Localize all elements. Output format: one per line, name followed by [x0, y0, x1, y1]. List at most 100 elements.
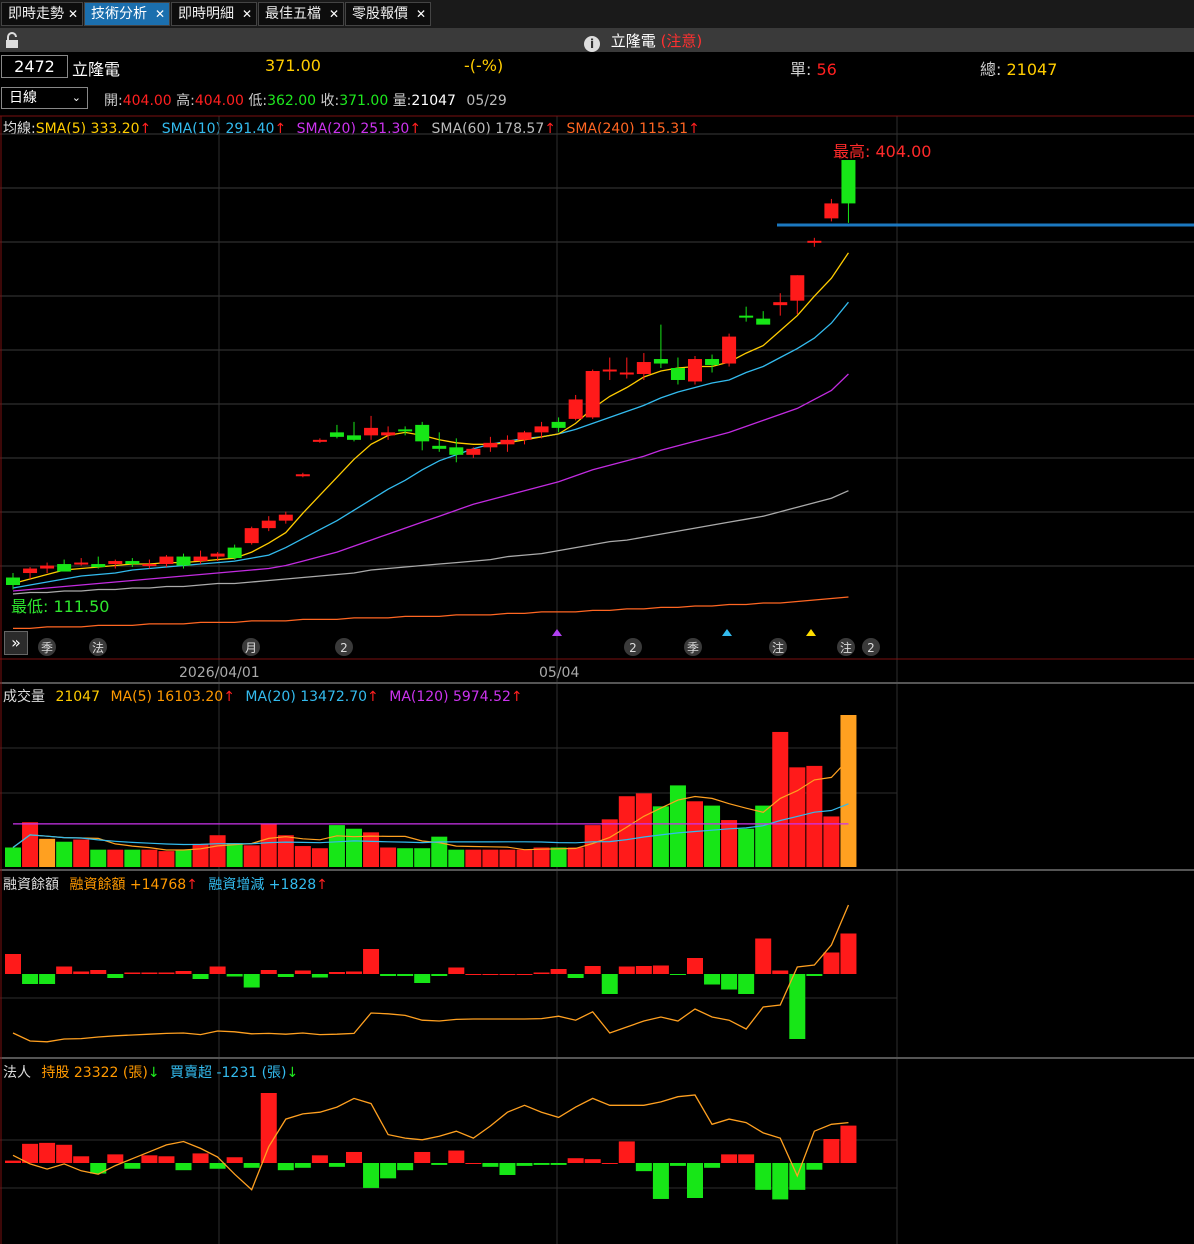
margin-change-bar — [124, 972, 141, 974]
institutional-title: 法人 — [3, 1065, 31, 1081]
candle-body — [227, 547, 242, 559]
candle-body — [193, 556, 208, 562]
institutional-net-bar — [465, 1163, 482, 1164]
triangle-marker-icon — [722, 629, 732, 636]
volume-bar — [533, 847, 550, 867]
margin-change-bar — [516, 974, 533, 975]
event-markers: 季 法 月 2 2 季 注 注 2 — [38, 629, 880, 656]
volume-bar — [738, 828, 755, 867]
candle-body — [91, 564, 106, 568]
candle-body — [773, 302, 788, 306]
candle-body — [210, 553, 225, 557]
margin-change-bar — [175, 971, 192, 974]
event-marker-label: 注 — [840, 640, 852, 655]
institutional-net-bar — [294, 1163, 311, 1168]
institutional-net-bar — [533, 1163, 550, 1165]
candle-body — [159, 556, 174, 565]
candle-body — [449, 447, 464, 455]
margin-change-bar — [363, 949, 380, 974]
x-date-label: 2026/04/01 — [179, 665, 260, 681]
margin-change-bar — [22, 974, 39, 984]
volume-bar — [755, 805, 772, 867]
candle-body — [688, 359, 702, 382]
institutional-net-bar — [328, 1163, 345, 1167]
volume-bar — [806, 765, 823, 867]
event-marker-label: 2 — [629, 641, 637, 655]
institutional-net-bar — [363, 1163, 380, 1188]
volume-bar — [277, 835, 294, 867]
institutional-net-bar — [721, 1154, 738, 1163]
institutional-net-bar — [73, 1156, 90, 1163]
volume-bar — [687, 801, 703, 867]
candle-body — [466, 448, 481, 455]
vol-ma5-label: MA(5) 16103.20 — [110, 689, 224, 705]
institutional-net-bar — [243, 1163, 260, 1168]
candle-body — [432, 445, 447, 449]
candle-body — [636, 362, 651, 375]
volume-bar — [584, 825, 601, 867]
candle-body — [534, 426, 549, 433]
candle-body — [142, 564, 157, 567]
candle-body — [261, 520, 276, 529]
expand-panel-button[interactable]: » — [4, 631, 28, 655]
volume-bar — [158, 851, 175, 867]
margin-change-bar — [39, 974, 56, 984]
low-annotation: 最低: 111.50 — [11, 597, 109, 616]
volume-title: 成交量 — [3, 689, 45, 705]
margin-change-bar — [209, 966, 226, 974]
margin-change-bar — [687, 958, 703, 974]
margin-change-bar — [226, 974, 243, 977]
volume-bar — [704, 805, 721, 867]
arrow-down-icon: ↓ — [286, 1065, 299, 1081]
institutional-net-bar — [550, 1163, 567, 1165]
arrow-up-icon: ↑ — [510, 689, 523, 705]
margin-change-bar — [311, 974, 328, 978]
institutional-net-bar — [141, 1155, 158, 1163]
candle-body — [244, 528, 259, 544]
volume-bar — [550, 847, 567, 867]
institutional-net-bar — [601, 1163, 618, 1164]
margin-change-label: 融資增減 +1828 — [208, 877, 317, 893]
candle-body — [398, 429, 413, 432]
sma5-line — [12, 252, 849, 585]
institutional-net-bar — [175, 1163, 192, 1171]
institutional-net-bar — [22, 1143, 39, 1163]
candle-body — [125, 561, 140, 565]
candle-body — [347, 435, 361, 440]
candle-body — [568, 399, 583, 419]
sma20-line — [12, 373, 849, 592]
event-marker-label: 2 — [340, 641, 348, 655]
institutional-net-bar — [277, 1163, 294, 1171]
candle-body — [40, 565, 55, 569]
candle-body — [602, 369, 617, 372]
volume-bar — [5, 847, 21, 867]
technical-chart[interactable]: 最高: 404.00 最低: 111.50 2026/04/01 05/04 季… — [0, 0, 1194, 1244]
volume-bar — [56, 841, 73, 867]
volume-bar — [380, 847, 397, 867]
institutional-net-bar — [124, 1163, 141, 1169]
institutional-net-bar — [209, 1163, 226, 1169]
candle-body — [551, 421, 566, 428]
institutional-net-bar — [5, 1160, 21, 1163]
volume-bar — [669, 785, 686, 867]
margin-change-bar — [652, 965, 669, 974]
volume-bar — [601, 819, 618, 867]
institutional-net-bar — [311, 1155, 328, 1163]
inst-net-label: 買賣超 -1231 (張) — [170, 1065, 287, 1081]
volume-bar — [567, 847, 584, 867]
arrow-up-icon: ↑ — [367, 689, 379, 705]
margin-title: 融資餘額 — [3, 877, 59, 893]
margin-change-bar — [260, 970, 277, 974]
volume-bar — [39, 838, 56, 867]
candle-body — [824, 203, 839, 219]
volume-bar — [414, 848, 431, 867]
candle-body — [381, 432, 396, 436]
institutional-net-bar — [669, 1163, 686, 1166]
volume-bar — [22, 822, 39, 867]
margin-change-bar — [482, 974, 499, 975]
event-marker-label: 季 — [41, 641, 53, 655]
margin-change-bar — [704, 974, 721, 985]
margin-change-bar — [755, 938, 772, 974]
institutional-holding-line — [12, 1094, 849, 1191]
margin-change-bar — [772, 970, 789, 974]
